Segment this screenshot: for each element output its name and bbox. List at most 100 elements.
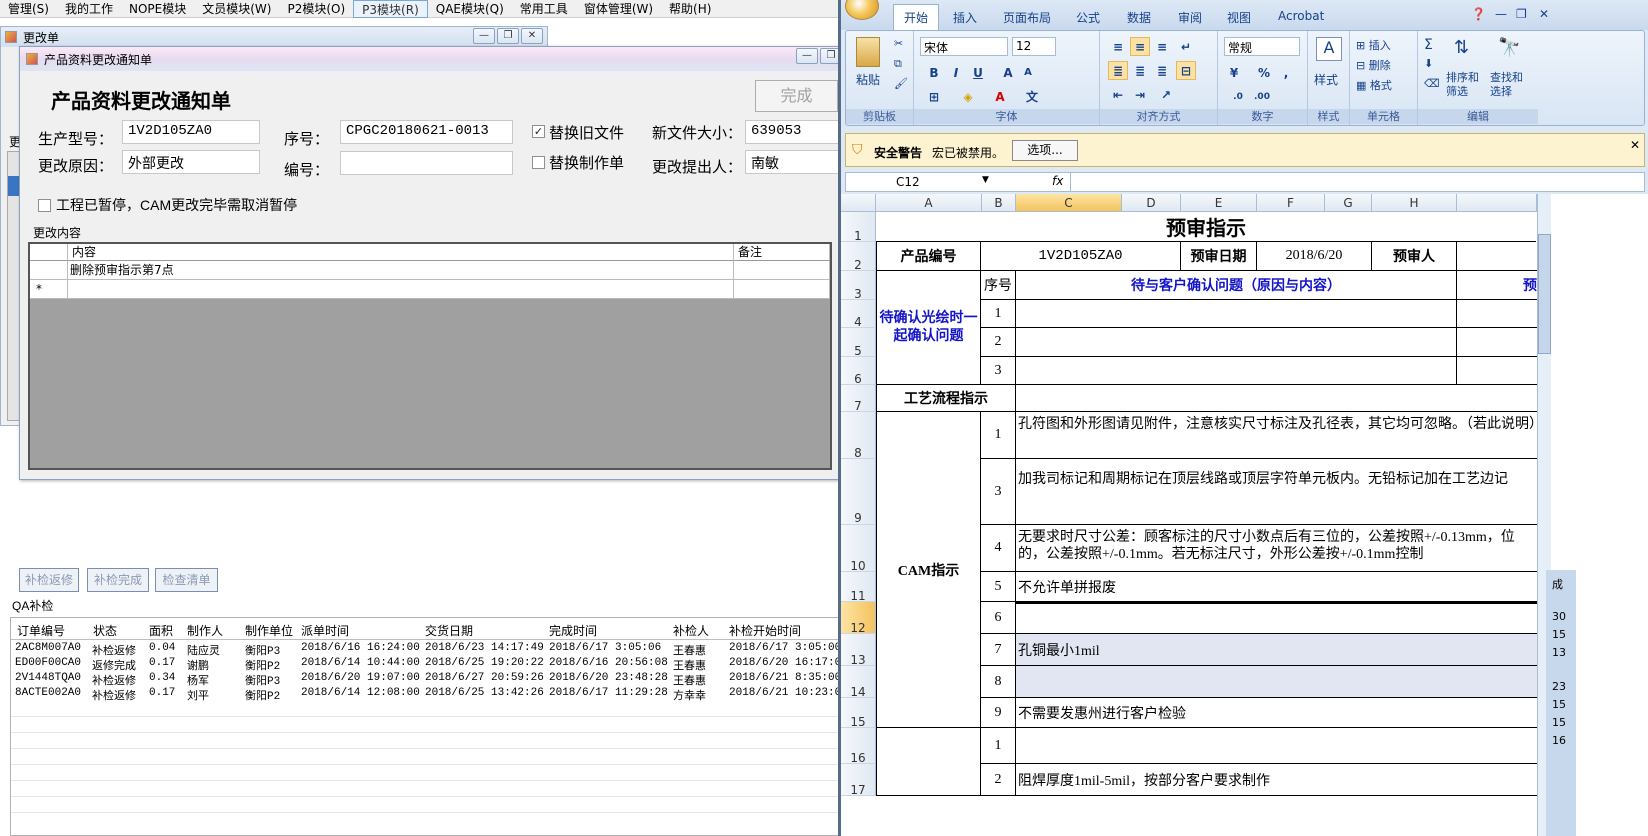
increase-indent-icon[interactable]: ⇥: [1130, 85, 1150, 104]
row-header-10[interactable]: 10: [841, 525, 876, 573]
date-label[interactable]: 预审日期: [1181, 242, 1257, 271]
paste-button[interactable]: 粘贴: [856, 71, 880, 88]
size-field[interactable]: 639053: [745, 120, 840, 144]
row-header-3[interactable]: 3: [841, 271, 876, 301]
process-cell[interactable]: [1016, 385, 1537, 412]
format-painter-icon[interactable]: 🖌: [894, 77, 908, 90]
col-header-e[interactable]: E: [1181, 194, 1257, 212]
qa-header-finish[interactable]: 完成时间: [549, 622, 597, 639]
find-select-button[interactable]: 查找和 选择: [1490, 71, 1523, 99]
tab-data[interactable]: 数据: [1127, 9, 1151, 26]
copy-icon[interactable]: ⧉: [894, 57, 902, 71]
confirm-question-2[interactable]: [1016, 328, 1457, 357]
tab-acrobat[interactable]: Acrobat: [1278, 9, 1324, 23]
menu-my-work[interactable]: 我的工作: [57, 0, 121, 18]
row-header-7[interactable]: 7: [841, 385, 876, 413]
merge-center-icon[interactable]: ⊟: [1176, 61, 1196, 80]
pause-checkbox[interactable]: [38, 199, 51, 212]
col-header-c[interactable]: C: [1016, 194, 1122, 212]
cam-text[interactable]: 不需要发惠州进行客户检验: [1016, 698, 1537, 728]
row-header-16[interactable]: 16: [841, 728, 876, 765]
menu-p2[interactable]: P2模块(O): [279, 0, 353, 18]
align-middle-icon[interactable]: ≡: [1130, 37, 1150, 56]
minimize-icon[interactable]: —: [1495, 7, 1507, 21]
seq-header[interactable]: 序号: [981, 271, 1016, 300]
checklist-button[interactable]: 检查清单: [155, 568, 218, 592]
question-header-right[interactable]: 预: [1457, 271, 1537, 300]
col-header-b[interactable]: B: [982, 194, 1016, 212]
grid-header-content[interactable]: 内容: [68, 244, 734, 261]
product-no-label[interactable]: 产品编号: [876, 242, 981, 271]
delete-cells-button[interactable]: ⊟ 删除: [1356, 57, 1391, 73]
confirm-num-2[interactable]: 2: [981, 328, 1016, 357]
close-icon[interactable]: ✕: [1539, 7, 1549, 21]
qa-header-area[interactable]: 面积: [149, 622, 173, 639]
row-header-8[interactable]: 8: [841, 412, 876, 460]
cam-num[interactable]: 6: [981, 602, 1016, 634]
border-icon[interactable]: ⊞: [924, 87, 944, 106]
grid-header-note[interactable]: 备注: [734, 244, 830, 261]
menu-clerk[interactable]: 文员模块(W): [194, 0, 279, 18]
cam-text[interactable]: 无要求时尺寸公差：顾客标注的尺寸小数点后有三位的，公差按照+/-0.13mm，位…: [1016, 525, 1537, 572]
name-box-dropdown-icon[interactable]: ▼: [982, 175, 989, 185]
qa-header-maker[interactable]: 制作人: [187, 622, 223, 639]
extra-text[interactable]: 阻焊厚度1mil-5mil，按部分客户要求制作: [1016, 764, 1537, 796]
row-header[interactable]: [30, 261, 68, 280]
decrease-decimal-icon[interactable]: .00: [1252, 87, 1272, 106]
row-header-1[interactable]: 1: [841, 212, 876, 243]
reason-field[interactable]: 外部更改: [122, 150, 260, 174]
row-header-12[interactable]: 12: [841, 602, 876, 635]
col-header-i[interactable]: [1457, 194, 1537, 212]
find-select-icon[interactable]: 🔭: [1498, 37, 1520, 58]
row-header-13[interactable]: 13: [841, 634, 876, 667]
sort-filter-icon[interactable]: ⇅: [1454, 37, 1469, 58]
reviewer-label[interactable]: 预审人: [1372, 242, 1457, 271]
autosum-icon[interactable]: Σ: [1424, 37, 1433, 53]
italic-icon[interactable]: I: [946, 63, 966, 82]
number-format-select[interactable]: 常规: [1224, 37, 1300, 56]
confirm-question-3[interactable]: [1016, 357, 1457, 385]
qa-header-unit[interactable]: 制作单位: [245, 622, 293, 639]
cam-text[interactable]: 孔铜最小1mil: [1016, 634, 1537, 666]
clear-icon[interactable]: ⌫: [1424, 77, 1440, 90]
office-button-icon[interactable]: [845, 0, 879, 20]
decrease-indent-icon[interactable]: ⇤: [1108, 85, 1128, 104]
confirm-right-3[interactable]: [1457, 357, 1537, 385]
menu-tools[interactable]: 常用工具: [512, 0, 576, 18]
cam-num[interactable]: 3: [981, 459, 1016, 525]
grid-new-note[interactable]: [734, 280, 830, 299]
tab-view[interactable]: 视图: [1227, 9, 1251, 26]
extra-num[interactable]: 1: [981, 728, 1016, 764]
question-header[interactable]: 待与客户确认问题（原因与内容）: [1016, 271, 1457, 300]
comma-icon[interactable]: ,: [1276, 63, 1296, 82]
currency-icon[interactable]: ¥: [1224, 63, 1244, 82]
format-cells-button[interactable]: ▦ 格式: [1356, 77, 1392, 93]
selected-cell-c12[interactable]: [1016, 602, 1537, 634]
row-header-15[interactable]: 15: [841, 698, 876, 729]
grid-cell-note[interactable]: [734, 261, 830, 280]
replace-old-checkbox[interactable]: ✓: [532, 125, 545, 138]
confirm-num-3[interactable]: 3: [981, 357, 1016, 385]
col-header-d[interactable]: D: [1122, 194, 1181, 212]
percent-icon[interactable]: %: [1254, 63, 1274, 82]
col-header-a[interactable]: A: [876, 194, 982, 212]
font-size-select[interactable]: 12: [1012, 37, 1056, 56]
styles-icon[interactable]: A: [1316, 37, 1342, 61]
grid-cell-content[interactable]: 删除预审指示第7点: [68, 261, 734, 280]
styles-button[interactable]: 样式: [1314, 71, 1338, 88]
name-box[interactable]: C12: [896, 175, 920, 189]
fill-color-icon[interactable]: ◈: [958, 87, 978, 106]
close-icon[interactable]: ✕: [1630, 138, 1640, 152]
tab-review[interactable]: 审阅: [1178, 9, 1202, 26]
sort-filter-button[interactable]: 排序和 筛选: [1446, 71, 1479, 99]
done-button[interactable]: 完成: [755, 80, 838, 112]
close-icon[interactable]: ✕: [521, 28, 543, 44]
row-header-9[interactable]: 9: [841, 459, 876, 525]
menu-window[interactable]: 窗体管理(W): [576, 0, 661, 18]
cam-num[interactable]: 1: [981, 412, 1016, 459]
tab-formulas[interactable]: 公式: [1076, 9, 1100, 26]
row-header-2[interactable]: 2: [841, 242, 876, 272]
replace-make-checkbox[interactable]: [532, 156, 545, 169]
cam-num[interactable]: 7: [981, 634, 1016, 666]
cam-text[interactable]: 不允许单拼报废: [1016, 572, 1537, 602]
